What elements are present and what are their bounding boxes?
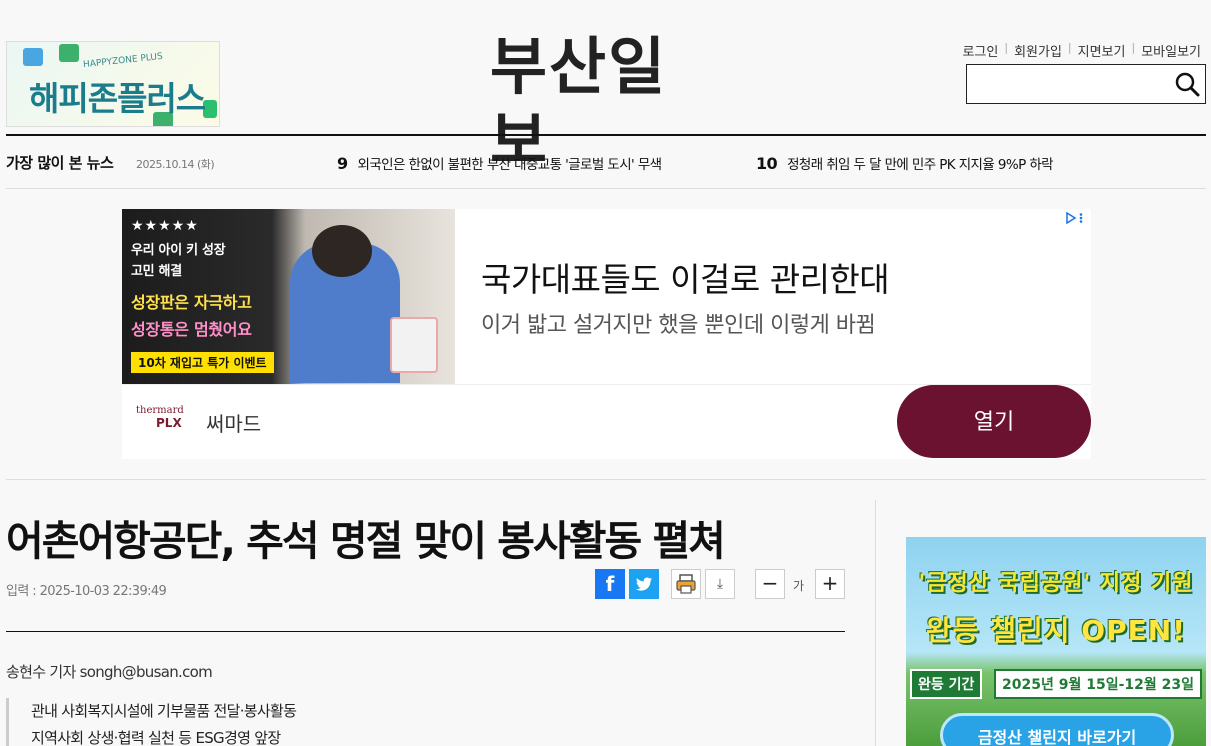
side-ad-period: 2025년 9월 15일-12월 23일 — [994, 669, 1202, 699]
section-divider — [6, 479, 1206, 480]
column-divider — [875, 500, 876, 746]
search-icon[interactable] — [1173, 70, 1201, 98]
signup-link[interactable]: 회원가입 — [1014, 41, 1062, 60]
site-logo[interactable]: 부산일보 — [490, 30, 722, 177]
most-read-ticker: 가장 많이 본 뉴스 2025.10.14 (화) 9 외국인은 한없이 불편한 … — [6, 137, 1206, 189]
article-headline: 어촌어항공단, 추석 명절 맞이 봉사활동 펼쳐 — [6, 517, 726, 565]
rank-number: 9 — [337, 154, 348, 173]
most-read-label: 가장 많이 본 뉴스 — [6, 154, 114, 172]
ad-photo-head — [312, 225, 372, 277]
gift-box-icon — [23, 48, 43, 66]
side-ad-headline: '금정산 국립공원' 지정 기원 — [918, 571, 1194, 596]
font-size-label: 가 — [793, 579, 805, 593]
happyzone-plus-banner[interactable]: HAPPYZONE PLUS 해피존플러스 — [6, 41, 220, 127]
ticker-item[interactable]: 9 외국인은 한없이 불편한 부산 대중교통 '글로벌 도시' 무색 — [337, 153, 663, 173]
rank-number: 10 — [756, 154, 778, 173]
summary-line: 관내 사회복지시설에 기부물품 전달·봉사활동 — [31, 702, 297, 720]
login-link[interactable]: 로그인 — [962, 41, 998, 60]
search-box — [966, 64, 1206, 104]
side-ad-period-label: 완등 기간 — [910, 669, 983, 699]
separator: | — [1131, 41, 1136, 54]
rating-stars: ★★★★★ — [131, 218, 199, 234]
ad-open-button[interactable]: 열기 — [897, 385, 1091, 458]
separator: | — [1067, 41, 1072, 54]
ad-image-text: 성장통은 멈췄어요 — [131, 320, 252, 339]
article-timestamp: 입력 : 2025-10-03 22:39:49 — [6, 584, 167, 599]
ad-image-text: 고민 해결 — [131, 264, 182, 279]
geumjeongsan-side-ad[interactable]: '금정산 국립공원' 지정 기원 완등 챌린지 OPEN! 완등 기간 2025… — [906, 537, 1206, 746]
ad-event-tag: 10차 재입고 특가 이벤트 — [131, 352, 274, 373]
banner-subtitle: HAPPYZONE PLUS — [82, 51, 164, 71]
ad-image-text: 우리 아이 키 성장 — [131, 243, 226, 258]
article-byline[interactable]: 송현수 기자 songh@busan.com — [6, 661, 213, 682]
ticker-item-title: 정청래 취임 두 달 만에 민주 PK 지지율 9%P 하락 — [787, 157, 1054, 173]
ad-choices-icon[interactable] — [1065, 211, 1085, 227]
ad-brand-logo: thermard PLX — [136, 405, 184, 430]
ad-title[interactable]: 국가대표들도 이걸로 관리한대 — [481, 253, 890, 301]
ticker-item-title: 외국인은 한없이 불편한 부산 대중교통 '글로벌 도시' 무색 — [357, 157, 663, 173]
mobile-view-link[interactable]: 모바일보기 — [1141, 41, 1201, 60]
twitter-share-icon[interactable] — [629, 569, 659, 599]
banner-title: 해피존플러스 — [29, 79, 206, 118]
print-edition-link[interactable]: 지면보기 — [1078, 41, 1126, 60]
separator: | — [1004, 41, 1009, 54]
ad-photo-scale — [390, 317, 438, 373]
ad-brand-name: 써마드 — [206, 412, 262, 436]
summary-line: 지역사회 상생·협력 실천 등 ESG경영 앞장 — [31, 729, 281, 746]
side-ad-cta-button[interactable]: 금정산 챌린지 바로가기 — [940, 713, 1174, 746]
ad-image[interactable]: ★★★★★ 우리 아이 키 성장 고민 해결 성장판은 자극하고 성장통은 멈췄… — [122, 209, 455, 384]
article-summary: 관내 사회복지시설에 기부물품 전달·봉사활동 지역사회 상생·협력 실천 등 … — [6, 698, 845, 746]
facebook-share-icon[interactable]: f — [595, 569, 625, 599]
search-input[interactable] — [967, 65, 1167, 103]
print-icon[interactable] — [671, 569, 701, 599]
font-increase-button[interactable]: + — [815, 569, 845, 599]
ticker-item[interactable]: 10 정청래 취임 두 달 만에 민주 PK 지지율 9%P 하락 — [756, 153, 1054, 173]
ticker-date: 2025.10.14 (화) — [136, 158, 215, 171]
download-icon[interactable]: ⤓ — [705, 569, 735, 599]
header-divider — [6, 134, 1206, 136]
display-ad[interactable]: ★★★★★ 우리 아이 키 성장 고민 해결 성장판은 자극하고 성장통은 멈췄… — [122, 209, 1091, 459]
gift-box-icon — [59, 44, 79, 62]
ad-image-text: 성장판은 자극하고 — [131, 293, 252, 312]
font-decrease-button[interactable]: − — [755, 569, 785, 599]
article-divider — [6, 631, 845, 632]
ad-description: 이거 밟고 설거지만 했을 뿐인데 이렇게 바뀜 — [481, 313, 876, 338]
utility-nav: 로그인 | 회원가입 | 지면보기 | 모바일보기 — [962, 41, 1201, 60]
side-ad-headline: 완등 챌린지 OPEN! — [926, 614, 1186, 647]
